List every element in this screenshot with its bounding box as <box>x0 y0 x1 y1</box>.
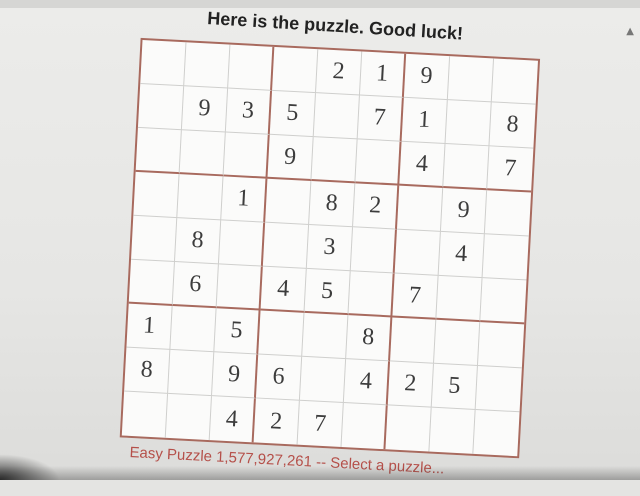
sudoku-cell-r2c3[interactable]: 3 <box>225 88 273 135</box>
sudoku-cell-r9c9[interactable] <box>473 410 519 456</box>
sudoku-cell-r5c4[interactable] <box>262 222 310 269</box>
sudoku-cell-r2c9[interactable]: 8 <box>489 102 536 149</box>
sudoku-cell-r7c7[interactable] <box>390 317 437 364</box>
sudoku-cell-r6c7[interactable]: 7 <box>392 273 439 320</box>
sudoku-cell-r9c6[interactable] <box>341 403 388 450</box>
sudoku-cell-r8c6[interactable]: 4 <box>343 359 391 406</box>
sudoku-cell-r5c7[interactable] <box>394 229 441 276</box>
sudoku-cell-r6c4[interactable]: 4 <box>260 266 307 313</box>
sudoku-cell-r6c3[interactable] <box>216 264 263 311</box>
sudoku-cell-r1c3[interactable] <box>228 44 275 91</box>
sudoku-cell-r3c4[interactable]: 9 <box>267 134 314 182</box>
sudoku-cell-r3c8[interactable] <box>443 144 490 191</box>
top-scroll-strip <box>0 0 640 8</box>
browser-page: ▲ Here is the puzzle. Good luck! 2199357… <box>0 0 640 480</box>
sudoku-cell-r5c5[interactable]: 3 <box>306 224 354 272</box>
sudoku-cell-r2c1[interactable] <box>137 83 185 131</box>
sudoku-cell-r8c5[interactable] <box>299 356 347 404</box>
sudoku-cell-r3c3[interactable] <box>223 132 270 179</box>
sudoku-cell-r2c2[interactable]: 9 <box>181 86 229 133</box>
sudoku-cell-r3c5[interactable] <box>311 137 358 184</box>
sudoku-cell-r1c1[interactable] <box>140 40 187 87</box>
sudoku-cell-r9c5[interactable]: 7 <box>297 400 344 447</box>
puzzle-container: 21993571894718298346457158896425427 <box>109 27 546 464</box>
sudoku-cell-r8c1[interactable]: 8 <box>124 347 171 394</box>
sudoku-cell-r2c8[interactable] <box>445 100 492 147</box>
sudoku-cell-r8c7[interactable]: 2 <box>387 361 434 408</box>
sudoku-grid: 21993571894718298346457158896425427 <box>119 37 541 459</box>
sudoku-cell-r5c6[interactable] <box>350 227 397 274</box>
sudoku-cell-r8c8[interactable]: 5 <box>431 363 478 410</box>
sudoku-cell-r8c4[interactable]: 6 <box>255 354 303 401</box>
sudoku-cell-r4c6[interactable]: 2 <box>353 183 400 230</box>
sudoku-cell-r4c4[interactable] <box>265 178 312 225</box>
sudoku-cell-r9c4[interactable]: 2 <box>253 398 300 445</box>
sudoku-cell-r7c1[interactable]: 1 <box>126 303 173 350</box>
sudoku-cell-r6c5[interactable]: 5 <box>304 268 351 316</box>
sudoku-cell-r3c7[interactable]: 4 <box>399 141 446 188</box>
sudoku-cell-r7c8[interactable] <box>433 319 481 367</box>
sudoku-cell-r6c6[interactable] <box>348 271 395 318</box>
sudoku-cell-r2c6[interactable]: 7 <box>357 95 404 142</box>
sudoku-cell-r3c6[interactable] <box>355 139 402 186</box>
sudoku-cell-r8c9[interactable] <box>475 366 522 413</box>
sudoku-cell-r7c3[interactable]: 5 <box>214 308 261 355</box>
sudoku-cell-r8c3[interactable]: 9 <box>211 352 259 399</box>
sudoku-cell-r2c5[interactable] <box>313 93 360 140</box>
sudoku-cell-r7c4[interactable] <box>258 310 305 357</box>
sudoku-cell-r1c9[interactable] <box>491 58 538 105</box>
sudoku-cell-r9c1[interactable] <box>121 391 169 438</box>
sudoku-cell-r1c7[interactable]: 9 <box>403 53 451 101</box>
sudoku-cell-r7c6[interactable]: 8 <box>346 315 393 362</box>
corner-shadow <box>0 454 60 480</box>
sudoku-cell-r8c2[interactable] <box>168 349 215 397</box>
sudoku-cell-r5c9[interactable] <box>482 234 529 281</box>
sudoku-cell-r4c9[interactable] <box>484 190 532 237</box>
bottom-shadow <box>0 466 640 480</box>
sudoku-cell-r3c1[interactable] <box>135 127 182 175</box>
sudoku-cell-r4c8[interactable]: 9 <box>440 187 488 235</box>
sudoku-cell-r1c2[interactable] <box>184 42 231 89</box>
sudoku-cell-r4c3[interactable]: 1 <box>221 176 268 223</box>
sudoku-cell-r6c8[interactable] <box>436 275 483 323</box>
sudoku-cell-r4c5[interactable]: 8 <box>309 181 356 228</box>
sudoku-cell-r2c7[interactable]: 1 <box>401 97 448 145</box>
sudoku-cell-r9c7[interactable] <box>385 405 432 452</box>
sudoku-cell-r4c1[interactable] <box>133 171 180 219</box>
sudoku-cell-r6c9[interactable] <box>480 278 527 325</box>
sudoku-cell-r9c8[interactable] <box>429 407 476 454</box>
sudoku-cell-r1c8[interactable] <box>447 56 495 103</box>
sudoku-cell-r9c2[interactable] <box>165 393 212 441</box>
sudoku-cell-r3c2[interactable] <box>179 130 226 177</box>
sudoku-cell-r2c4[interactable]: 5 <box>269 90 316 138</box>
sudoku-cell-r6c2[interactable]: 6 <box>172 262 219 309</box>
sudoku-cell-r1c5[interactable]: 2 <box>315 49 363 96</box>
sudoku-cell-r7c2[interactable] <box>170 305 217 353</box>
sudoku-cell-r4c2[interactable] <box>177 174 224 221</box>
sudoku-cell-r5c1[interactable] <box>131 215 178 263</box>
sudoku-cell-r9c3[interactable]: 4 <box>209 396 256 443</box>
sudoku-cell-r1c4[interactable] <box>272 46 319 94</box>
sudoku-cell-r4c7[interactable] <box>396 185 444 232</box>
sudoku-cell-r5c2[interactable]: 8 <box>174 218 222 265</box>
sudoku-cell-r7c9[interactable] <box>477 322 525 369</box>
sudoku-cell-r1c6[interactable]: 1 <box>359 51 407 98</box>
sudoku-cell-r7c5[interactable] <box>302 312 349 360</box>
sudoku-cell-r5c8[interactable]: 4 <box>438 231 485 279</box>
sudoku-cell-r6c1[interactable] <box>128 259 175 306</box>
chevron-up-icon[interactable]: ▲ <box>626 26 634 37</box>
sudoku-cell-r5c3[interactable] <box>218 220 266 267</box>
sudoku-cell-r3c9[interactable]: 7 <box>487 146 534 193</box>
